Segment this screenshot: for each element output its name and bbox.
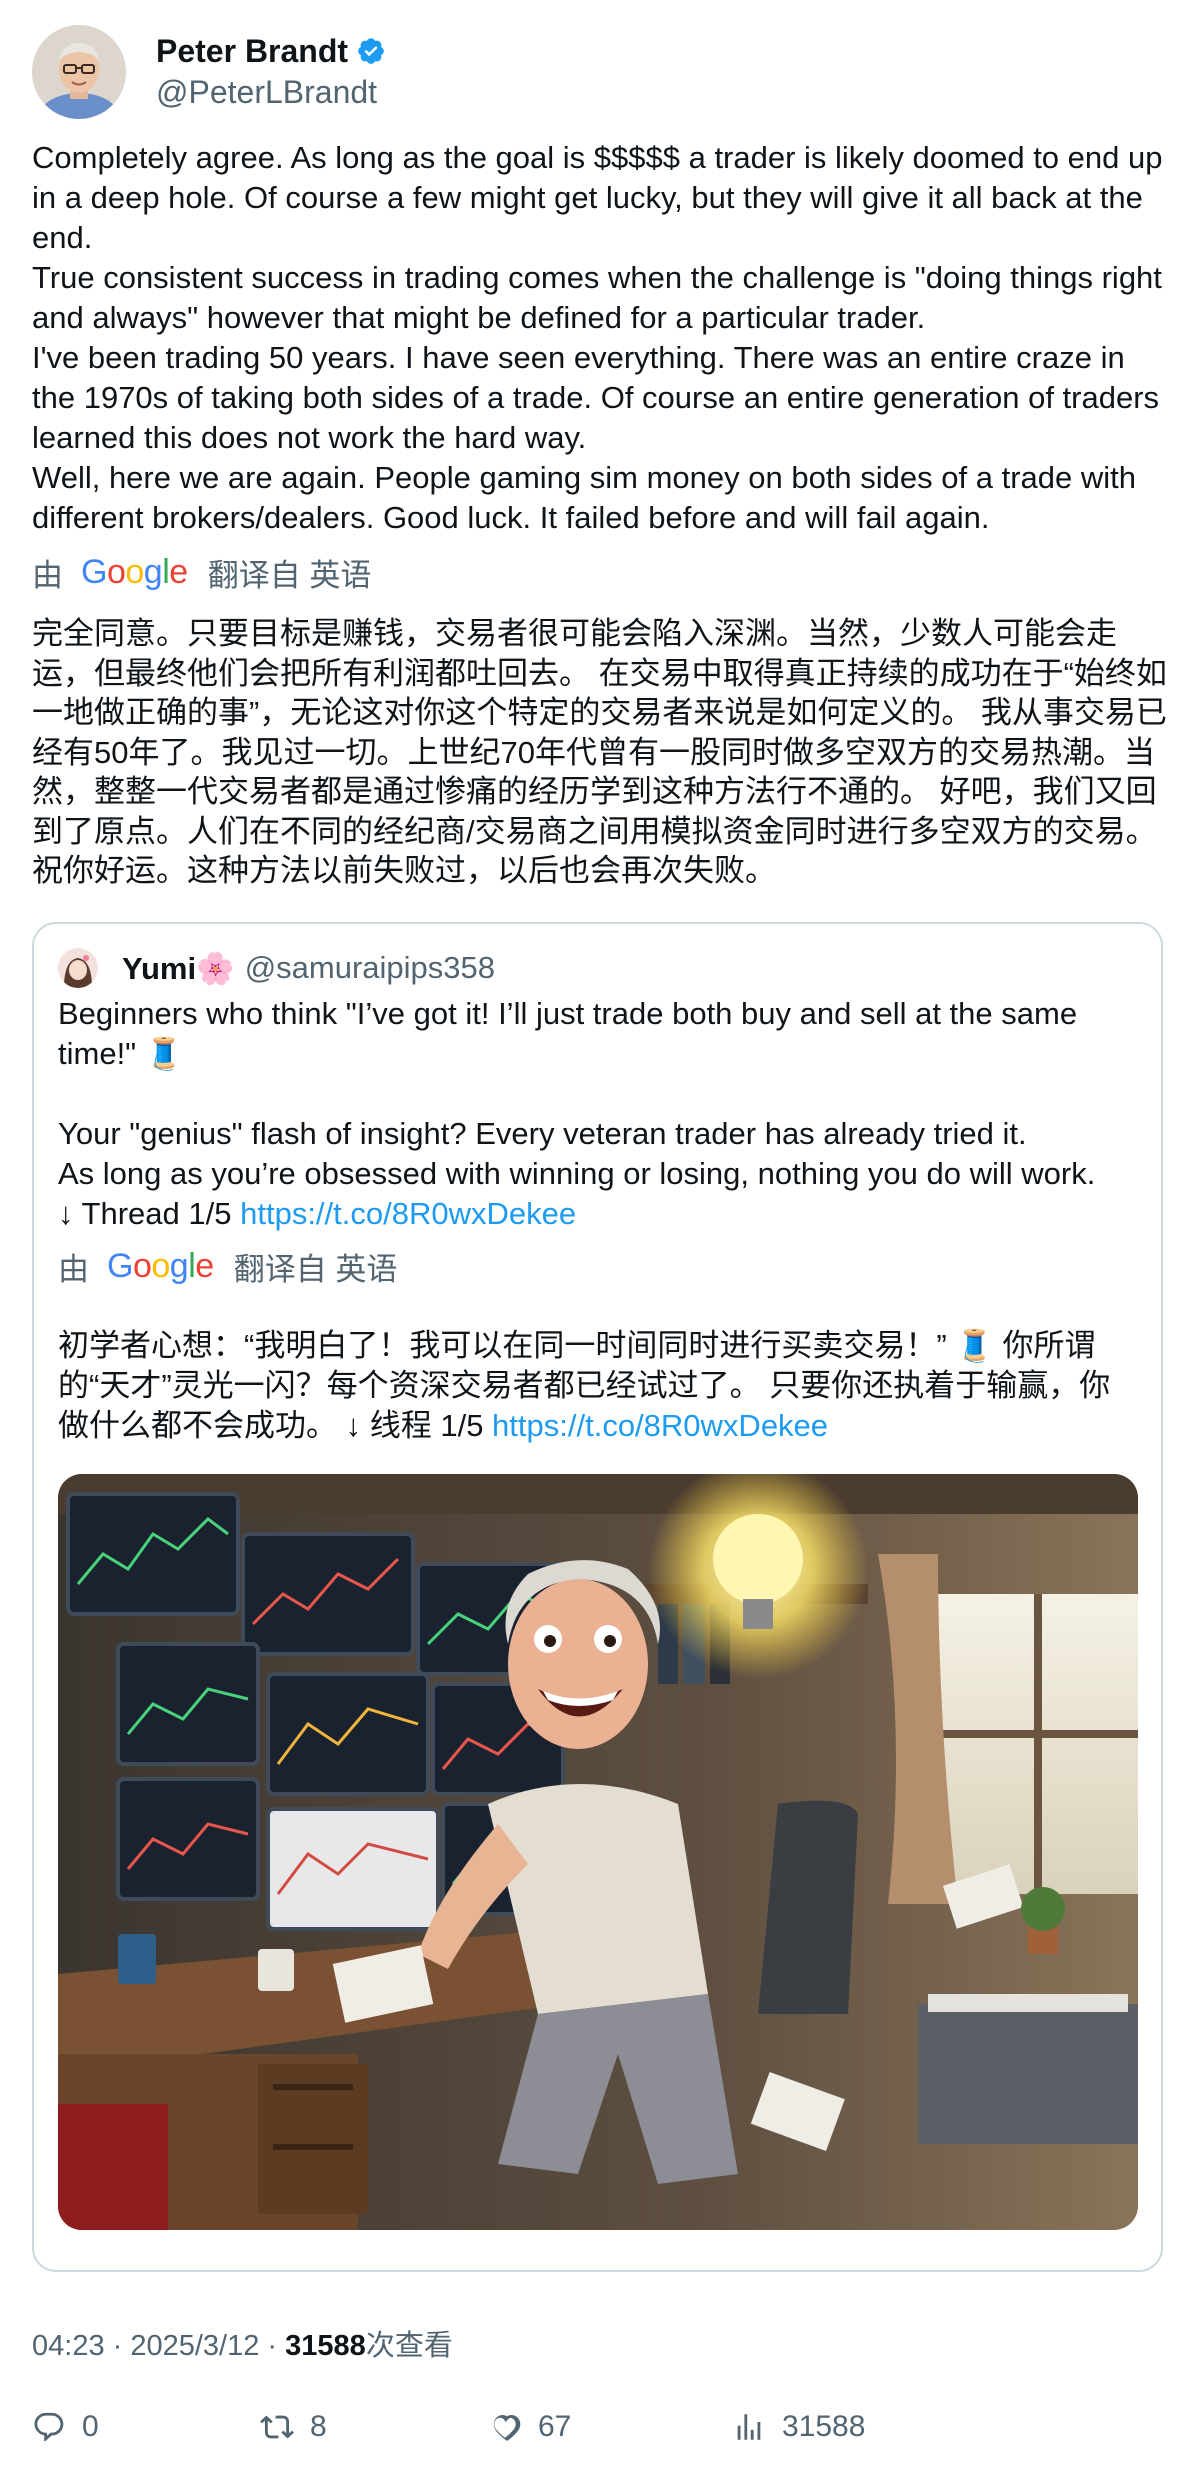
translate-suffix: 翻译自 英语 <box>207 557 372 593</box>
tweet-text: Completely agree. As long as the goal is… <box>32 140 1163 535</box>
retweet-count: 8 <box>310 2410 327 2443</box>
action-bar: 0 8 67 31588 <box>32 2410 1167 2458</box>
quoted-tweet-header: Yumi🌸 @samuraipips358 <box>58 946 495 990</box>
like-count: 67 <box>538 2410 572 2443</box>
author-handle[interactable]: @PeterLBrandt <box>156 71 386 113</box>
quoted-author-avatar[interactable] <box>58 948 98 988</box>
view-count-label: 次查看 <box>365 2330 453 2362</box>
quoted-text: Beginners who think "I’ve got it! I’ll j… <box>58 994 1138 1234</box>
retweet-icon <box>260 2415 294 2439</box>
quoted-translated-link[interactable]: https://t.co/8R0wxDekee <box>492 1408 828 1443</box>
reply-button[interactable]: 0 <box>32 2410 99 2444</box>
author-name-row: Peter Brandt <box>156 31 386 71</box>
author-name-block: Peter Brandt @PeterLBrandt <box>156 31 386 113</box>
retweet-button[interactable]: 8 <box>260 2410 327 2444</box>
translation-attribution: 由 Google 翻译自 英语 <box>32 552 372 593</box>
view-count: 31588 <box>285 2330 366 2362</box>
quoted-translated-text: 初学者心想：“我明白了！我可以在同一时间同时进行买卖交易！” 🧵 你所谓的“天才… <box>58 1326 1138 1446</box>
meta-separator: · <box>259 2330 286 2362</box>
views-button[interactable]: 31588 <box>732 2410 865 2444</box>
tweet-meta: 04:23 · 2025/3/12 · 31588 次查看 <box>32 2322 453 2364</box>
meta-separator: · <box>104 2330 131 2362</box>
reply-icon <box>34 2412 64 2442</box>
views-count: 31588 <box>782 2410 866 2443</box>
quoted-translation-attribution: 由 Google 翻译自 英语 <box>58 1246 398 1287</box>
trader-illustration <box>58 1474 1138 2230</box>
reply-count: 0 <box>82 2410 99 2443</box>
quoted-google-logo: Google <box>107 1246 214 1285</box>
quoted-translate-prefix: 由 <box>58 1251 89 1287</box>
heart-icon <box>493 2414 521 2441</box>
translated-text: 完全同意。只要目标是赚钱，交易者很可能会陷入深渊。当然，少数人可能会走运，但最终… <box>32 616 1167 888</box>
translate-prefix: 由 <box>32 557 63 593</box>
quoted-display-name[interactable]: Yumi🌸 <box>122 950 235 987</box>
quoted-text-body: Beginners who think "I’ve got it! I’ll j… <box>58 996 1096 1231</box>
tweet-date[interactable]: 2025/3/12 <box>130 2330 259 2363</box>
author-avatar[interactable] <box>32 25 126 119</box>
quoted-thread-link[interactable]: https://t.co/8R0wxDekee <box>240 1196 576 1231</box>
like-button[interactable]: 67 <box>488 2410 571 2444</box>
quoted-tweet[interactable]: Yumi🌸 @samuraipips358 Beginners who thin… <box>32 922 1163 2272</box>
analytics-icon <box>737 2414 761 2440</box>
author-display-name[interactable]: Peter Brandt <box>156 31 348 71</box>
tweet-header: Peter Brandt @PeterLBrandt <box>32 24 386 120</box>
google-logo: Google <box>81 552 188 591</box>
quoted-handle[interactable]: @samuraipips358 <box>245 950 495 986</box>
tweet-detail: Peter Brandt @PeterLBrandt Completely ag… <box>0 0 1196 2476</box>
quoted-translate-suffix: 翻译自 英语 <box>233 1251 398 1287</box>
verified-badge-icon <box>358 38 384 64</box>
tweet-time[interactable]: 04:23 <box>32 2330 105 2363</box>
quoted-tweet-image[interactable] <box>58 1474 1138 2230</box>
